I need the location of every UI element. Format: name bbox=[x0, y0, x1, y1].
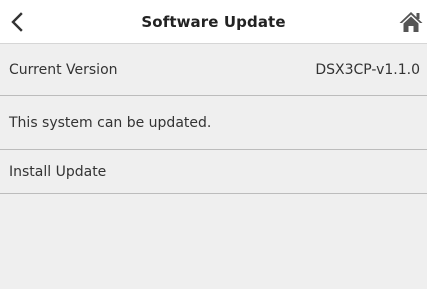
home-button[interactable] bbox=[397, 7, 425, 37]
install-update-button[interactable]: Install Update bbox=[0, 150, 427, 194]
header-bar: Software Update bbox=[0, 0, 427, 44]
current-version-value: DSX3CP-v1.1.0 bbox=[315, 61, 420, 78]
update-status-row: This system can be updated. bbox=[0, 96, 427, 150]
empty-area bbox=[0, 194, 427, 289]
current-version-label: Current Version bbox=[9, 61, 118, 78]
software-update-screen: Software Update Current Version DSX3CP-v… bbox=[0, 0, 427, 289]
current-version-row: Current Version DSX3CP-v1.1.0 bbox=[0, 44, 427, 96]
update-status-text: This system can be updated. bbox=[9, 114, 212, 131]
page-title: Software Update bbox=[141, 13, 286, 31]
install-update-label: Install Update bbox=[9, 163, 107, 180]
home-icon bbox=[399, 12, 423, 32]
